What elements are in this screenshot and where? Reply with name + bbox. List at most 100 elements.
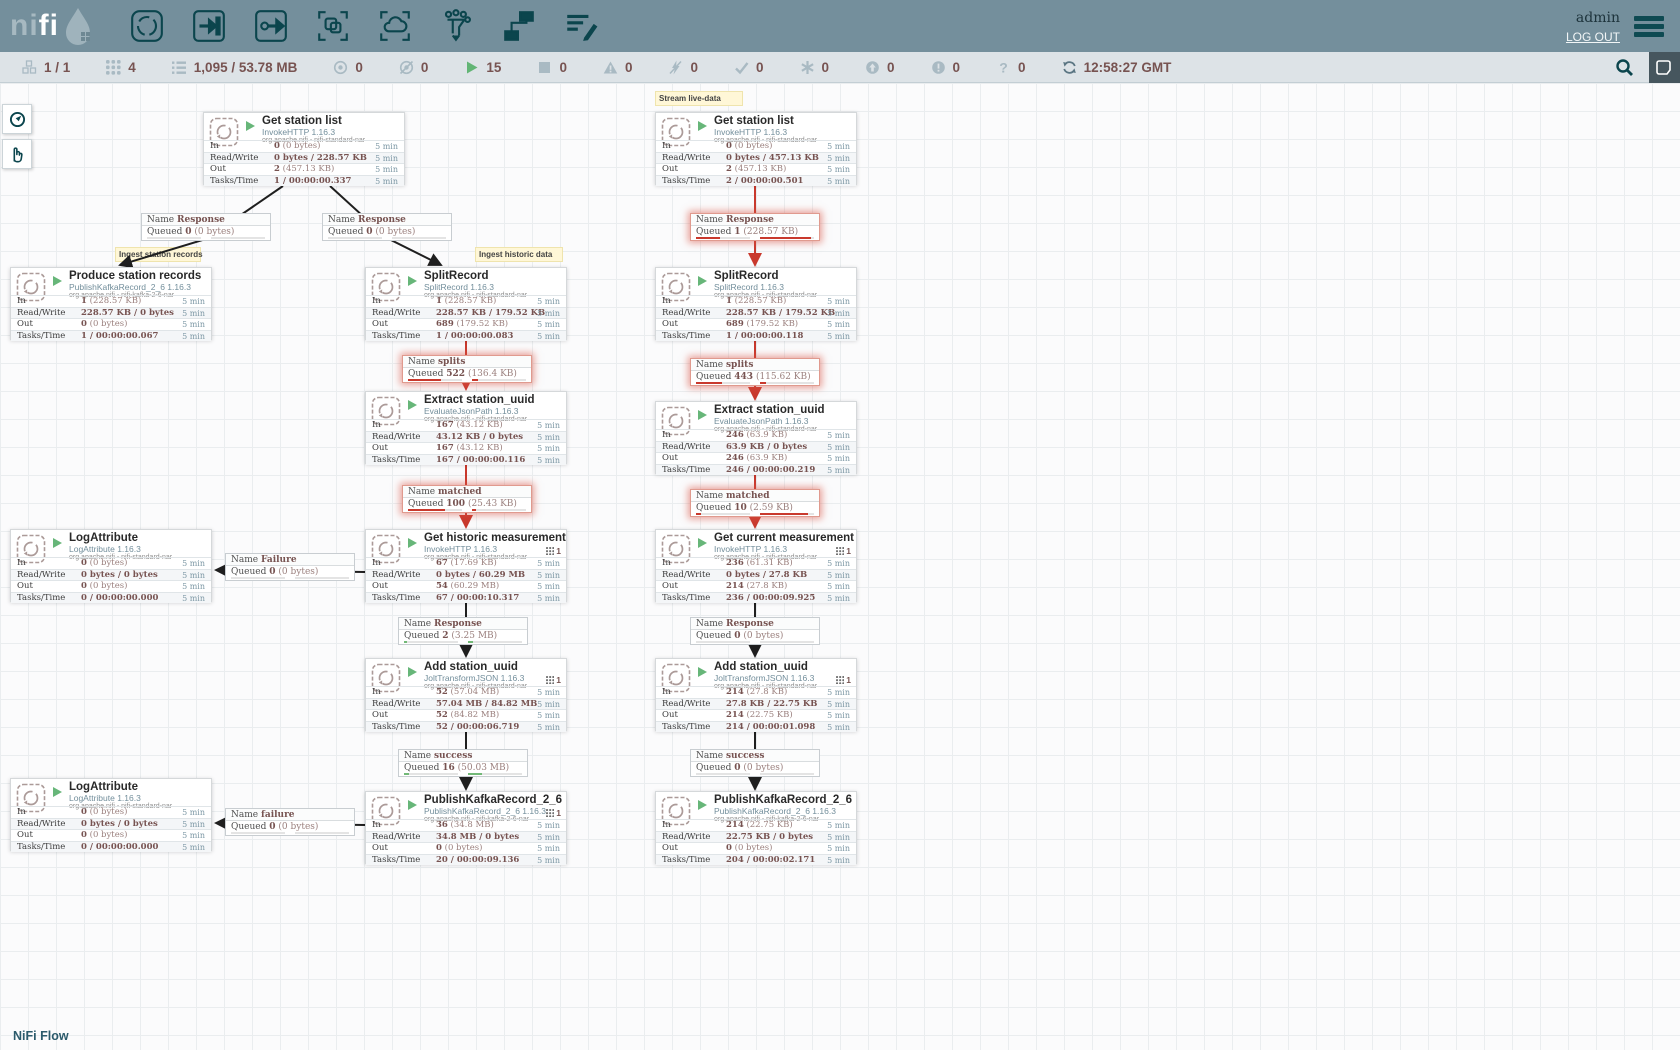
running-indicator-icon (408, 276, 417, 286)
processor-add-station-uuid[interactable]: Add station_uuidJoltTransformJSON 1.16.3… (365, 658, 567, 731)
connection-name: Name failure (226, 809, 354, 821)
search-button[interactable] (1609, 52, 1639, 82)
queue-size-bar (472, 509, 526, 511)
connection-label-response[interactable]: Name ResponseQueued 0 (0 bytes) (141, 213, 271, 241)
stat-row-out: Out246 (63.9 KB)5 min (656, 452, 856, 464)
processor-add-station-uuid[interactable]: Add station_uuidJoltTransformJSON 1.16.3… (655, 658, 857, 731)
processor-splitrecord[interactable]: SplitRecordSplitRecord 1.16.3org.apache.… (655, 267, 857, 340)
connection-label-failure[interactable]: Name failureQueued 0 (0 bytes) (225, 808, 355, 836)
flow-canvas[interactable]: Ingest station records Ingest historic da… (0, 83, 1680, 1050)
panel-toggle-button[interactable] (1649, 52, 1680, 83)
processor-type: InvokeHTTP 1.16.3 (714, 127, 856, 137)
global-menu-button[interactable] (1634, 13, 1664, 40)
stat-row-in: In0 (0 bytes)5 min (656, 140, 856, 152)
processor-type: LogAttribute 1.16.3 (69, 544, 211, 554)
processor-type: InvokeHTTP 1.16.3 (714, 544, 856, 554)
processor-get-current-measurement[interactable]: Get current measurementInvokeHTTP 1.16.3… (655, 529, 857, 602)
active-thread-count: 1 (546, 808, 561, 818)
queue-size-bar (760, 773, 814, 775)
queue-count-bar (408, 379, 462, 381)
refresh-icon[interactable] (1062, 60, 1077, 75)
connection-label-response[interactable]: Name ResponseQueued 1 (228.57 KB) (690, 213, 820, 241)
transmitting-icon (333, 60, 348, 75)
connection-label-failure[interactable]: Name FailureQueued 0 (0 bytes) (225, 553, 355, 581)
stat-row-out: Out2 (457.13 KB)5 min (656, 163, 856, 175)
svg-text:?: ? (999, 60, 1008, 75)
template-icon[interactable] (499, 6, 539, 46)
flow-label[interactable]: Stream live-data (655, 91, 743, 106)
status-queued: 1,095 / 53.78 MB (172, 60, 298, 75)
stat-row-tasks-time: Tasks/Time67 / 00:00:10.3175 min (366, 592, 566, 604)
queue-count-bar (328, 237, 382, 239)
connection-label-response[interactable]: Name ResponseQueued 0 (0 bytes) (322, 213, 452, 241)
connection-label-splits[interactable]: Name splitsQueued 522 (136.4 KB) (402, 355, 532, 383)
breadcrumb[interactable]: NiFi Flow (13, 1029, 69, 1043)
funnel-icon[interactable] (437, 6, 477, 46)
hand-pointer-icon (9, 146, 26, 163)
processor-icon[interactable] (127, 6, 167, 46)
queue-count-bar (696, 641, 750, 643)
processor-logattribute[interactable]: LogAttributeLogAttribute 1.16.3org.apach… (10, 529, 212, 602)
queue-count-bar (231, 577, 285, 579)
processor-get-station-list[interactable]: Get station listInvokeHTTP 1.16.3org.apa… (203, 112, 405, 185)
active-thread-count: 1 (836, 675, 851, 685)
processor-extract-station-uuid[interactable]: Extract station_uuidEvaluateJsonPath 1.1… (365, 391, 567, 464)
processor-publishkafkarecord-2-6[interactable]: PublishKafkaRecord_2_6PublishKafkaRecord… (365, 791, 567, 864)
processor-produce-station-records[interactable]: Produce station recordsPublishKafkaRecor… (10, 267, 212, 340)
processor-splitrecord[interactable]: SplitRecordSplitRecord 1.16.3org.apache.… (365, 267, 567, 340)
output-port-icon[interactable] (251, 6, 291, 46)
stat-row-in: In214 (22.75 KB)5 min (656, 819, 856, 831)
input-port-icon[interactable] (189, 6, 229, 46)
connection-label-response[interactable]: Name ResponseQueued 2 (3.25 MB) (398, 617, 528, 645)
stat-row-out: Out0 (0 bytes)5 min (366, 842, 566, 854)
stat-row-out: Out0 (0 bytes)5 min (656, 842, 856, 854)
label-icon[interactable] (561, 6, 601, 46)
stat-row-read-write: Read/Write22.75 KB / 0 bytes5 min (656, 831, 856, 843)
processor-name: Get historic measurements (424, 532, 566, 544)
status-locally-modified-stale: 0 (931, 60, 961, 75)
process-group-icon[interactable] (313, 6, 353, 46)
last-refresh-time: 12:58:27 GMT (1084, 60, 1172, 75)
processor-name: SplitRecord (424, 270, 566, 282)
connection-name: Name Response (691, 214, 819, 226)
refresh-status[interactable]: 12:58:27 GMT (1062, 60, 1172, 75)
not-transmitting-icon (399, 60, 414, 75)
stat-row-tasks-time: Tasks/Time246 / 00:00:00.2195 min (656, 464, 856, 476)
stat-row-read-write: Read/Write228.57 KB / 179.52 KB5 min (366, 307, 566, 319)
status-sync-failure: ?0 (996, 60, 1026, 75)
flow-label[interactable]: Ingest station records (115, 247, 201, 262)
app-header: nifi admin LOG OUT (0, 0, 1680, 52)
status-locally-modified: 0 (800, 60, 830, 75)
flow-label[interactable]: Ingest historic data (475, 247, 563, 262)
stat-row-tasks-time: Tasks/Time0 / 00:00:00.0005 min (11, 592, 211, 604)
processor-type: SplitRecord 1.16.3 (424, 282, 566, 292)
logout-link[interactable]: LOG OUT (1566, 29, 1620, 45)
connection-label-matched[interactable]: Name matchedQueued 10 (2.59 KB) (690, 489, 820, 517)
processor-extract-station-uuid[interactable]: Extract station_uuidEvaluateJsonPath 1.1… (655, 401, 857, 474)
running-indicator-icon (53, 538, 62, 548)
stat-row-in: In0 (0 bytes)5 min (11, 557, 211, 569)
processor-get-historic-measurements[interactable]: Get historic measurementsInvokeHTTP 1.16… (365, 529, 567, 602)
active-thread-count: 1 (546, 675, 561, 685)
connection-label-response[interactable]: Name ResponseQueued 0 (0 bytes) (690, 617, 820, 645)
status-counters: 1 / 141,095 / 53.78 MB00150000000?012:58… (22, 60, 1171, 75)
flow-status-bar: 1 / 141,095 / 53.78 MB00150000000?012:58… (0, 52, 1680, 83)
remote-process-group-icon[interactable] (375, 6, 415, 46)
connection-label-splits[interactable]: Name splitsQueued 443 (115.62 KB) (690, 358, 820, 386)
stat-row-in: In36 (34.8 MB)5 min (366, 819, 566, 831)
navigate-palette-button[interactable] (2, 104, 32, 134)
operate-palette-button[interactable] (2, 139, 32, 169)
connection-name: Name Response (691, 618, 819, 630)
user-area: admin LOG OUT (1566, 7, 1620, 45)
connection-label-success[interactable]: Name successQueued 0 (0 bytes) (690, 749, 820, 777)
running-indicator-icon (698, 800, 707, 810)
connection-label-matched[interactable]: Name matchedQueued 100 (25.43 KB) (402, 485, 532, 513)
connection-label-success[interactable]: Name successQueued 16 (50.03 MB) (398, 749, 528, 777)
connection-name: Name matched (691, 490, 819, 502)
processor-type: EvaluateJsonPath 1.16.3 (424, 406, 566, 416)
processor-get-station-list[interactable]: Get station listInvokeHTTP 1.16.3org.apa… (655, 112, 857, 185)
connection-name: Name Response (323, 214, 451, 226)
processor-publishkafkarecord-2-6[interactable]: PublishKafkaRecord_2_6PublishKafkaRecord… (655, 791, 857, 864)
processor-logattribute[interactable]: LogAttributeLogAttribute 1.16.3org.apach… (10, 778, 212, 851)
stat-row-read-write: Read/Write27.8 KB / 22.75 KB5 min (656, 698, 856, 710)
